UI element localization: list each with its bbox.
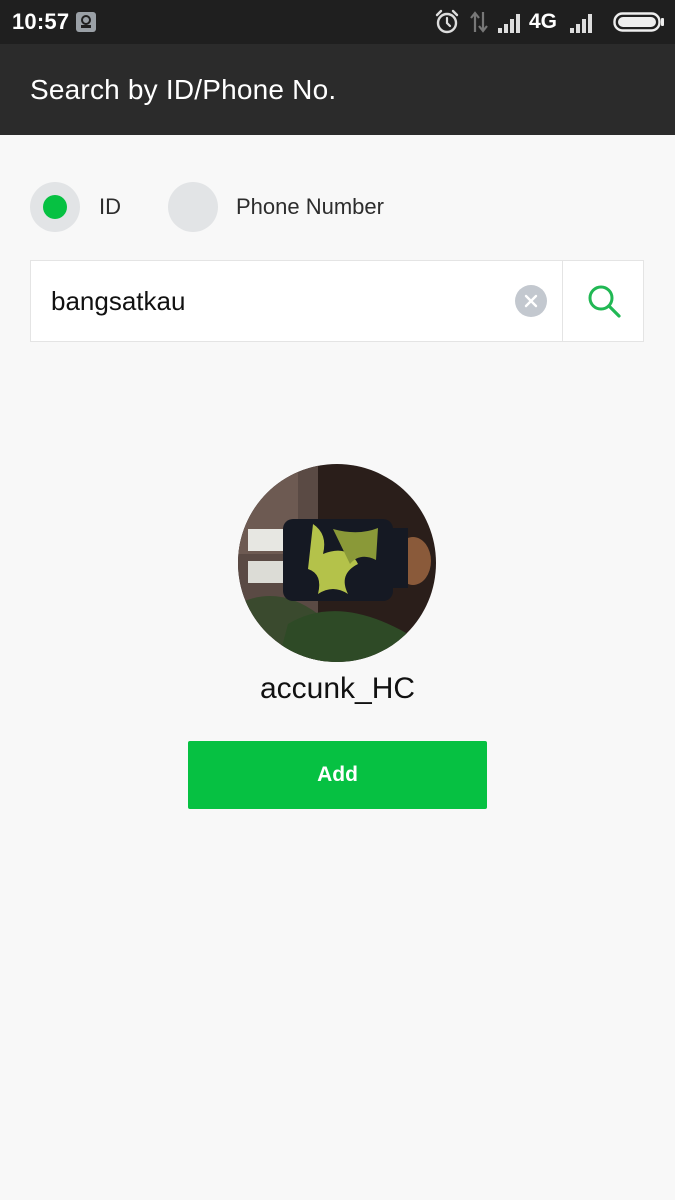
search-button[interactable] bbox=[563, 261, 644, 341]
radio-button-selected[interactable] bbox=[30, 182, 80, 232]
add-button[interactable]: Add bbox=[188, 741, 487, 809]
profile-photo bbox=[238, 464, 436, 662]
app-bar: Search by ID/Phone No. bbox=[0, 44, 675, 135]
status-time: 10:57 bbox=[12, 9, 70, 34]
radio-id[interactable]: ID bbox=[30, 182, 121, 232]
network-type: 4G bbox=[529, 10, 558, 33]
search-icon bbox=[588, 285, 621, 318]
radio-button-unselected[interactable] bbox=[168, 182, 218, 232]
search-box bbox=[30, 260, 644, 342]
profile-name: accunk_HC bbox=[259, 672, 416, 705]
battery-icon bbox=[613, 8, 665, 41]
clear-button[interactable] bbox=[515, 285, 547, 317]
radio-selected-dot bbox=[43, 195, 67, 219]
app-notification-icon bbox=[76, 12, 96, 32]
profile-avatar bbox=[238, 464, 436, 662]
data-transfer-icon bbox=[467, 8, 491, 41]
radio-phone-number-label: Phone Number bbox=[236, 194, 384, 219]
search-input[interactable] bbox=[51, 281, 521, 321]
status-bar: 10:57 4G bbox=[0, 0, 675, 44]
signal-icon bbox=[569, 8, 597, 41]
clear-icon bbox=[524, 294, 538, 308]
radio-phone-number[interactable]: Phone Number bbox=[168, 182, 384, 232]
page-title: Search by ID/Phone No. bbox=[30, 74, 337, 105]
signal-icon bbox=[497, 8, 525, 41]
radio-id-label: ID bbox=[99, 194, 121, 219]
alarm-icon bbox=[433, 8, 461, 41]
